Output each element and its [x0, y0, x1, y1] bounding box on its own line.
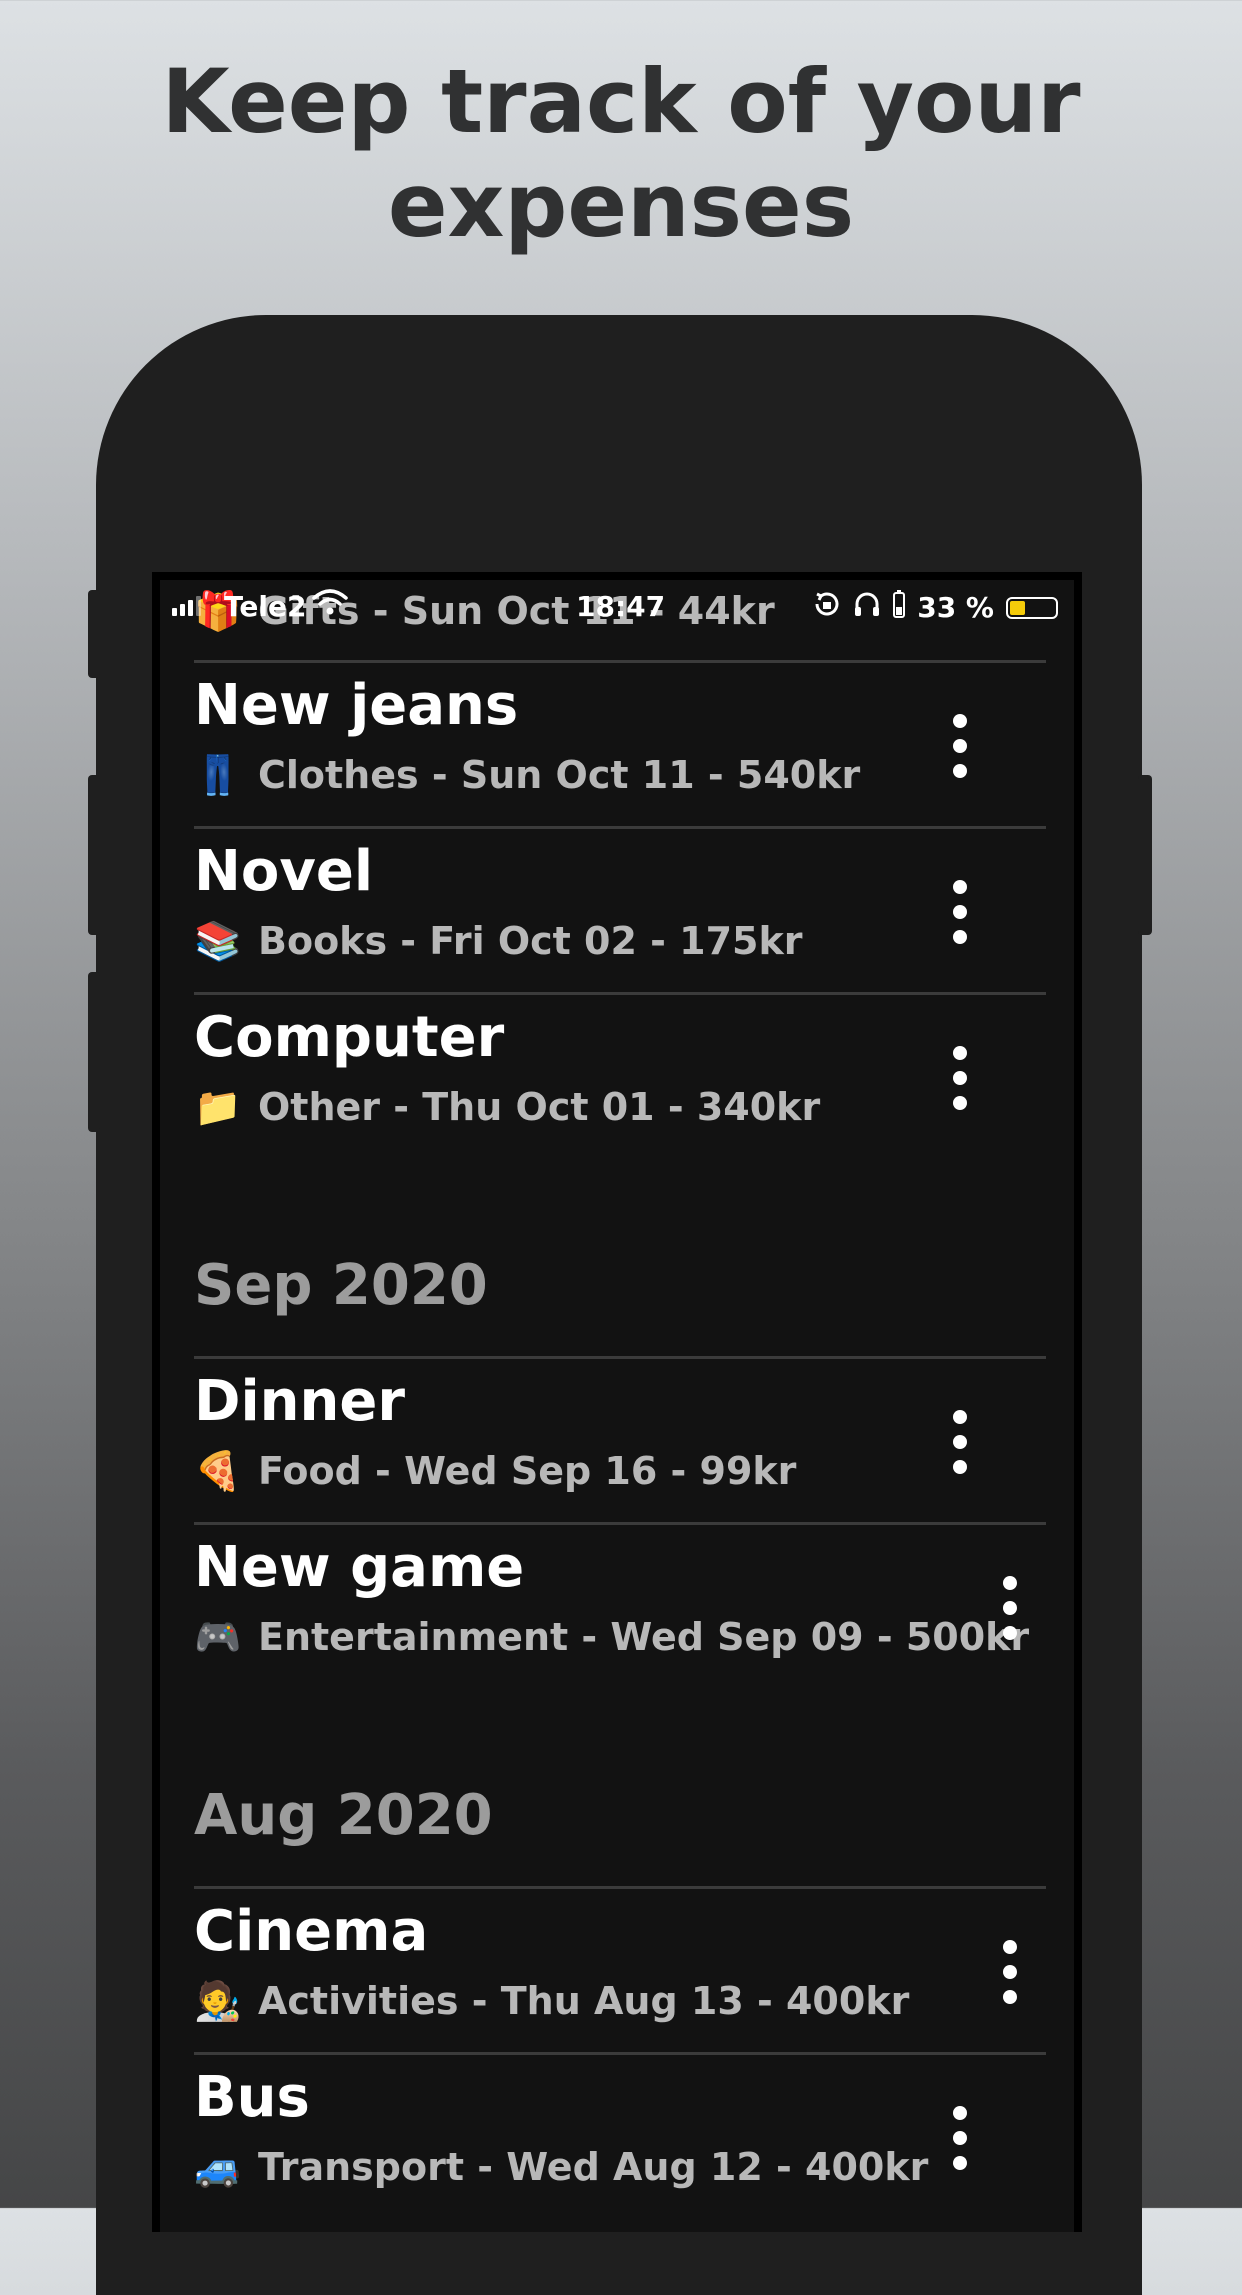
expense-details: Clothes - Sun Oct 11 - 540kr: [258, 753, 861, 797]
more-vertical-icon[interactable]: [940, 706, 980, 786]
divider: [194, 1356, 1046, 1359]
category-icon: 🚙: [194, 2145, 242, 2189]
expense-subtitle: 👖 Clothes - Sun Oct 11 - 540kr: [194, 752, 860, 798]
divider: [194, 1522, 1046, 1525]
expense-row-novel[interactable]: Novel 📚 Books - Fri Oct 02 - 175kr: [194, 830, 1046, 996]
divider: [194, 992, 1046, 995]
expense-row-computer[interactable]: Computer 📁 Other - Thu Oct 01 - 340kr: [194, 996, 1046, 1162]
phone-screen: Tele2 18:47 33 % 🎁 Gifts - Sun Oct 11 - …: [152, 572, 1082, 2232]
more-vertical-icon[interactable]: [940, 1402, 980, 1482]
phone-volume-up: [88, 775, 100, 935]
expense-details: Transport - Wed Aug 12 - 400kr: [258, 2145, 929, 2189]
phone-power-button: [1138, 775, 1152, 935]
expense-details: Entertainment - Wed Sep 09 - 500kr: [258, 1615, 1030, 1659]
expense-row-bus[interactable]: Bus 🚙 Transport - Wed Aug 12 - 400kr: [194, 2056, 1046, 2222]
more-vertical-icon[interactable]: [990, 1932, 1030, 2012]
headphones-icon: [853, 590, 881, 625]
expense-details: Books - Fri Oct 02 - 175kr: [258, 919, 803, 963]
status-bar: Tele2 18:47 33 %: [160, 580, 1074, 630]
expense-row-dinner[interactable]: Dinner 🍕 Food - Wed Sep 16 - 99kr: [194, 1360, 1046, 1526]
expense-subtitle: 🚙 Transport - Wed Aug 12 - 400kr: [194, 2144, 928, 2190]
expense-title: Cinema: [194, 1899, 429, 1964]
category-icon: 📚: [194, 919, 242, 963]
expense-row-new-game[interactable]: New game 🎮 Entertainment - Wed Sep 09 - 50…: [194, 1526, 1046, 1692]
section-header: Aug 2020: [194, 1783, 493, 1848]
divider: [194, 1886, 1046, 1889]
expense-title: New jeans: [194, 673, 519, 738]
expense-subtitle: 📁 Other - Thu Oct 01 - 340kr: [194, 1084, 820, 1130]
rotation-lock-icon: [813, 590, 841, 625]
expense-row-cinema[interactable]: Cinema 🧑‍🎨 Activities - Thu Aug 13 - 400kr: [194, 1890, 1046, 2056]
expense-title: Computer: [194, 1005, 505, 1070]
expense-subtitle: 🍕 Food - Wed Sep 16 - 99kr: [194, 1448, 796, 1494]
expense-subtitle: 🎮 Entertainment - Wed Sep 09 - 500kr: [194, 1614, 1029, 1660]
expense-title: New game: [194, 1535, 525, 1600]
expense-subtitle: 🧑‍🎨 Activities - Thu Aug 13 - 400kr: [194, 1978, 909, 2024]
expense-details: Food - Wed Sep 16 - 99kr: [258, 1449, 797, 1493]
category-icon: 🎮: [194, 1615, 242, 1659]
status-right-group: 33 %: [813, 590, 1058, 625]
battery-icon: [1006, 596, 1058, 619]
category-icon: 👖: [194, 753, 242, 797]
more-vertical-icon[interactable]: [940, 872, 980, 952]
phone-silent-switch: [88, 590, 100, 678]
divider: [194, 660, 1046, 663]
more-vertical-icon[interactable]: [940, 1038, 980, 1118]
phone-volume-down: [88, 972, 100, 1132]
headline-line2: expenses: [387, 154, 855, 257]
expense-title: Dinner: [194, 1369, 406, 1434]
battery-small-icon: [893, 590, 906, 625]
wifi-icon: [312, 588, 348, 623]
more-vertical-icon[interactable]: [940, 2098, 980, 2178]
expense-details: Other - Thu Oct 01 - 340kr: [258, 1085, 821, 1129]
headline-line1: Keep track of your: [161, 50, 1081, 153]
app-screen: Tele2 18:47 33 % 🎁 Gifts - Sun Oct 11 - …: [160, 580, 1074, 2232]
category-icon: 🍕: [194, 1449, 242, 1493]
divider: [194, 2052, 1046, 2055]
divider: [194, 826, 1046, 829]
category-icon: 📁: [194, 1085, 242, 1129]
expense-title: Bus: [194, 2065, 310, 2130]
signal-icon: [172, 596, 201, 616]
battery-fill: [1010, 600, 1025, 615]
carrier-label: Tele2: [224, 590, 307, 623]
expense-title: Novel: [194, 839, 374, 904]
category-icon: 🧑‍🎨: [194, 1979, 242, 2023]
expense-row-new-jeans[interactable]: New jeans 👖 Clothes - Sun Oct 11 - 540kr: [194, 664, 1046, 830]
battery-percent: 33 %: [917, 591, 994, 624]
section-header: Sep 2020: [194, 1253, 488, 1318]
status-time: 18:47: [576, 590, 666, 623]
headline: Keep track of your expenses: [0, 50, 1242, 258]
expense-details: Activities - Thu Aug 13 - 400kr: [258, 1979, 910, 2023]
expense-subtitle: 📚 Books - Fri Oct 02 - 175kr: [194, 918, 803, 964]
more-vertical-icon[interactable]: [990, 1568, 1030, 1648]
